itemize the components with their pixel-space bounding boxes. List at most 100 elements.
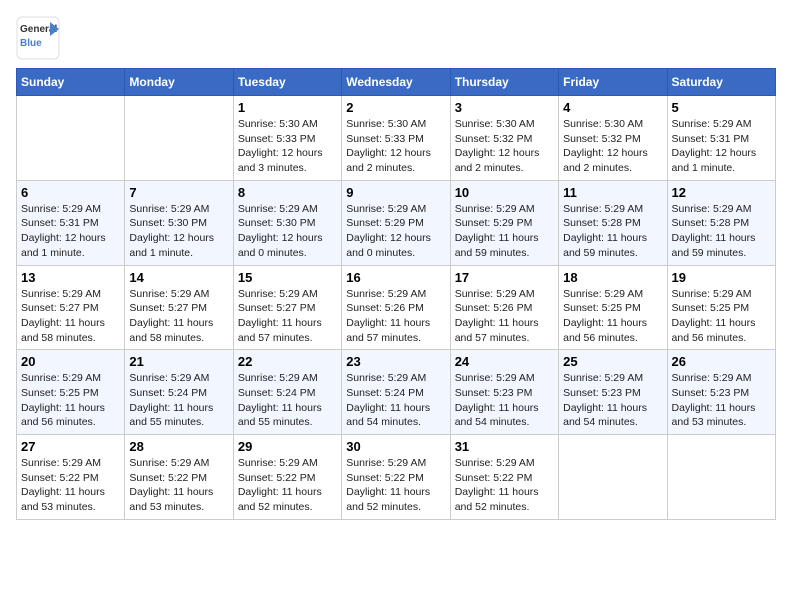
day-cell: 20 Sunrise: 5:29 AM Sunset: 5:25 PM Dayli…: [17, 350, 125, 435]
day-info: Sunrise: 5:29 AM Sunset: 5:31 PM Dayligh…: [672, 117, 771, 176]
day-number: 12: [672, 185, 771, 200]
day-cell: [667, 435, 775, 520]
header-cell-tuesday: Tuesday: [233, 69, 341, 96]
day-info: Sunrise: 5:29 AM Sunset: 5:29 PM Dayligh…: [455, 202, 554, 261]
day-number: 4: [563, 100, 662, 115]
day-info: Sunrise: 5:29 AM Sunset: 5:23 PM Dayligh…: [672, 371, 771, 430]
day-cell: 29Sunrise: 5:29 AM Sunset: 5:22 PM Dayli…: [233, 435, 341, 520]
day-number: 6: [21, 185, 120, 200]
calendar-header: SundayMondayTuesdayWednesdayThursdayFrid…: [17, 69, 776, 96]
day-number: 27: [21, 439, 120, 454]
day-number: 25: [563, 354, 662, 369]
day-number: 28: [129, 439, 228, 454]
day-cell: 4 Sunrise: 5:30 AM Sunset: 5:32 PM Daylig…: [559, 96, 667, 181]
day-cell: 3Sunrise: 5:30 AM Sunset: 5:32 PM Daylig…: [450, 96, 558, 181]
header-cell-monday: Monday: [125, 69, 233, 96]
day-number: 21: [129, 354, 228, 369]
day-info: Sunrise: 5:29 AM Sunset: 5:27 PM Dayligh…: [21, 287, 120, 346]
page-header: General Blue: [16, 16, 776, 60]
day-info: Sunrise: 5:30 AM Sunset: 5:32 PM Dayligh…: [563, 117, 662, 176]
day-cell: 25Sunrise: 5:29 AM Sunset: 5:23 PM Dayli…: [559, 350, 667, 435]
day-cell: 24 Sunrise: 5:29 AM Sunset: 5:23 PM Dayli…: [450, 350, 558, 435]
day-info: Sunrise: 5:29 AM Sunset: 5:27 PM Dayligh…: [238, 287, 337, 346]
day-cell: 1Sunrise: 5:30 AM Sunset: 5:33 PM Daylig…: [233, 96, 341, 181]
day-cell: 17 Sunrise: 5:29 AM Sunset: 5:26 PM Dayli…: [450, 265, 558, 350]
day-cell: 18 Sunrise: 5:29 AM Sunset: 5:25 PM Dayli…: [559, 265, 667, 350]
day-number: 16: [346, 270, 445, 285]
day-cell: 10 Sunrise: 5:29 AM Sunset: 5:29 PM Dayli…: [450, 180, 558, 265]
day-info: Sunrise: 5:29 AM Sunset: 5:25 PM Dayligh…: [21, 371, 120, 430]
day-number: 2: [346, 100, 445, 115]
day-number: 23: [346, 354, 445, 369]
calendar-table: SundayMondayTuesdayWednesdayThursdayFrid…: [16, 68, 776, 520]
day-info: Sunrise: 5:29 AM Sunset: 5:25 PM Dayligh…: [563, 287, 662, 346]
day-cell: 30 Sunrise: 5:29 AM Sunset: 5:22 PM Dayli…: [342, 435, 450, 520]
day-cell: 9Sunrise: 5:29 AM Sunset: 5:29 PM Daylig…: [342, 180, 450, 265]
day-number: 30: [346, 439, 445, 454]
day-cell: 19 Sunrise: 5:29 AM Sunset: 5:25 PM Dayli…: [667, 265, 775, 350]
day-info: Sunrise: 5:29 AM Sunset: 5:22 PM Dayligh…: [21, 456, 120, 515]
day-info: Sunrise: 5:30 AM Sunset: 5:32 PM Dayligh…: [455, 117, 554, 176]
day-cell: 16 Sunrise: 5:29 AM Sunset: 5:26 PM Dayli…: [342, 265, 450, 350]
day-cell: 8 Sunrise: 5:29 AM Sunset: 5:30 PM Daylig…: [233, 180, 341, 265]
week-row-4: 20 Sunrise: 5:29 AM Sunset: 5:25 PM Dayli…: [17, 350, 776, 435]
day-info: Sunrise: 5:29 AM Sunset: 5:31 PM Dayligh…: [21, 202, 120, 261]
day-cell: 21Sunrise: 5:29 AM Sunset: 5:24 PM Dayli…: [125, 350, 233, 435]
day-info: Sunrise: 5:29 AM Sunset: 5:30 PM Dayligh…: [238, 202, 337, 261]
day-number: 20: [21, 354, 120, 369]
week-row-1: 1Sunrise: 5:30 AM Sunset: 5:33 PM Daylig…: [17, 96, 776, 181]
day-info: Sunrise: 5:29 AM Sunset: 5:26 PM Dayligh…: [455, 287, 554, 346]
header-cell-saturday: Saturday: [667, 69, 775, 96]
day-number: 14: [129, 270, 228, 285]
day-info: Sunrise: 5:29 AM Sunset: 5:28 PM Dayligh…: [672, 202, 771, 261]
day-cell: 27 Sunrise: 5:29 AM Sunset: 5:22 PM Dayli…: [17, 435, 125, 520]
day-number: 26: [672, 354, 771, 369]
day-number: 17: [455, 270, 554, 285]
day-cell: 11 Sunrise: 5:29 AM Sunset: 5:28 PM Dayli…: [559, 180, 667, 265]
day-number: 22: [238, 354, 337, 369]
logo-svg: General Blue: [16, 16, 60, 60]
day-cell: 22 Sunrise: 5:29 AM Sunset: 5:24 PM Dayli…: [233, 350, 341, 435]
day-cell: 28 Sunrise: 5:29 AM Sunset: 5:22 PM Dayli…: [125, 435, 233, 520]
day-info: Sunrise: 5:30 AM Sunset: 5:33 PM Dayligh…: [238, 117, 337, 176]
day-info: Sunrise: 5:29 AM Sunset: 5:24 PM Dayligh…: [238, 371, 337, 430]
day-number: 11: [563, 185, 662, 200]
svg-text:Blue: Blue: [20, 38, 42, 49]
day-info: Sunrise: 5:30 AM Sunset: 5:33 PM Dayligh…: [346, 117, 445, 176]
day-number: 15: [238, 270, 337, 285]
day-info: Sunrise: 5:29 AM Sunset: 5:26 PM Dayligh…: [346, 287, 445, 346]
day-number: 29: [238, 439, 337, 454]
day-cell: 12 Sunrise: 5:29 AM Sunset: 5:28 PM Dayli…: [667, 180, 775, 265]
day-info: Sunrise: 5:29 AM Sunset: 5:23 PM Dayligh…: [455, 371, 554, 430]
day-cell: 31Sunrise: 5:29 AM Sunset: 5:22 PM Dayli…: [450, 435, 558, 520]
header-row: SundayMondayTuesdayWednesdayThursdayFrid…: [17, 69, 776, 96]
day-number: 24: [455, 354, 554, 369]
day-cell: 14Sunrise: 5:29 AM Sunset: 5:27 PM Dayli…: [125, 265, 233, 350]
day-info: Sunrise: 5:29 AM Sunset: 5:22 PM Dayligh…: [455, 456, 554, 515]
calendar-body: 1Sunrise: 5:30 AM Sunset: 5:33 PM Daylig…: [17, 96, 776, 520]
day-number: 5: [672, 100, 771, 115]
day-info: Sunrise: 5:29 AM Sunset: 5:24 PM Dayligh…: [346, 371, 445, 430]
day-number: 9: [346, 185, 445, 200]
day-info: Sunrise: 5:29 AM Sunset: 5:22 PM Dayligh…: [129, 456, 228, 515]
day-cell: [125, 96, 233, 181]
day-number: 8: [238, 185, 337, 200]
header-cell-sunday: Sunday: [17, 69, 125, 96]
day-info: Sunrise: 5:29 AM Sunset: 5:22 PM Dayligh…: [346, 456, 445, 515]
day-number: 10: [455, 185, 554, 200]
day-cell: 5 Sunrise: 5:29 AM Sunset: 5:31 PM Daylig…: [667, 96, 775, 181]
day-info: Sunrise: 5:29 AM Sunset: 5:25 PM Dayligh…: [672, 287, 771, 346]
day-cell: 6 Sunrise: 5:29 AM Sunset: 5:31 PM Daylig…: [17, 180, 125, 265]
header-cell-wednesday: Wednesday: [342, 69, 450, 96]
day-cell: 15 Sunrise: 5:29 AM Sunset: 5:27 PM Dayli…: [233, 265, 341, 350]
day-cell: 2 Sunrise: 5:30 AM Sunset: 5:33 PM Daylig…: [342, 96, 450, 181]
day-info: Sunrise: 5:29 AM Sunset: 5:28 PM Dayligh…: [563, 202, 662, 261]
week-row-2: 6 Sunrise: 5:29 AM Sunset: 5:31 PM Daylig…: [17, 180, 776, 265]
day-number: 19: [672, 270, 771, 285]
day-info: Sunrise: 5:29 AM Sunset: 5:30 PM Dayligh…: [129, 202, 228, 261]
day-number: 18: [563, 270, 662, 285]
day-number: 7: [129, 185, 228, 200]
day-cell: 7 Sunrise: 5:29 AM Sunset: 5:30 PM Daylig…: [125, 180, 233, 265]
day-cell: [17, 96, 125, 181]
week-row-5: 27 Sunrise: 5:29 AM Sunset: 5:22 PM Dayli…: [17, 435, 776, 520]
